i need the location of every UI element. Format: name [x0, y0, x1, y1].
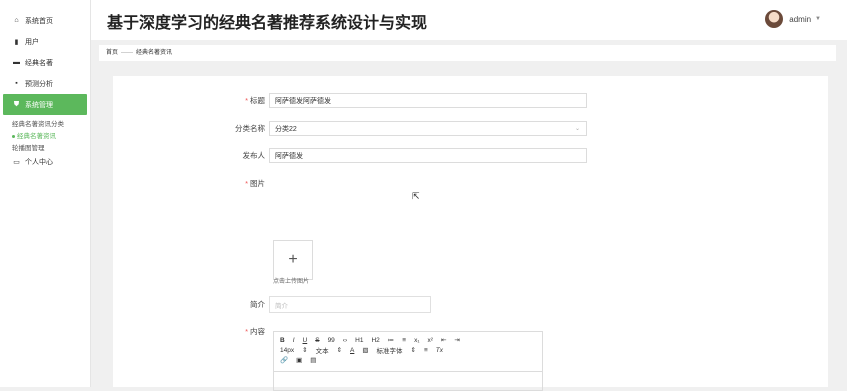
- indent-button[interactable]: ⇥: [454, 336, 459, 344]
- background-color-button[interactable]: ▧: [362, 346, 368, 354]
- title-input[interactable]: 阿萨德发阿萨德发: [269, 93, 587, 108]
- font-family-select[interactable]: 标准字体: [377, 345, 403, 355]
- category-value: 分类22: [275, 125, 297, 133]
- italic-button[interactable]: I: [293, 337, 295, 344]
- home-icon: ⌂: [14, 17, 19, 24]
- required-mark: *: [245, 327, 248, 336]
- rich-text-editor[interactable]: B I U S 99 ‹› H1 H2 ≔ ≡ x₁ x² ⇤ ⇥ 14px ⇕…: [273, 331, 543, 391]
- link-icon[interactable]: 🔗: [280, 356, 288, 364]
- ordered-list-button[interactable]: ≔: [388, 336, 395, 344]
- h1-button[interactable]: H1: [355, 337, 363, 344]
- form-row-summary: 简介 简介: [113, 296, 431, 313]
- quote-button[interactable]: 99: [328, 337, 335, 344]
- sidebar-item-label: 系统管理: [25, 101, 53, 109]
- form-panel: * 标题 阿萨德发阿萨德发 分类名称 分类22 ⌄ 发布人 阿萨德发 * 图片 + …: [113, 76, 828, 391]
- video-icon[interactable]: ▤: [310, 356, 316, 364]
- underline-button[interactable]: U: [303, 337, 308, 344]
- upload-hint: 点击上传图片: [273, 279, 310, 285]
- form-row-category: 分类名称 分类22 ⌄: [113, 121, 587, 136]
- h2-button[interactable]: H2: [371, 337, 379, 344]
- publisher-label: 发布人: [242, 151, 266, 160]
- sidebar-item-users[interactable]: ▮ 用户: [0, 31, 90, 52]
- monitor-icon: ▭: [13, 159, 20, 166]
- shield-icon: ⛊: [13, 100, 20, 108]
- form-row-content: * 内容: [113, 326, 269, 337]
- image-label: * 图片: [245, 179, 265, 188]
- sidebar-subitem-news[interactable]: 经典名著资讯: [0, 131, 90, 143]
- sidebar: ⌂ 系统首页 ▮ 用户 ▬ 经典名著 ▪ 预测分析 ⛊ 系统管理 经典名著资讯分…: [0, 0, 91, 387]
- form-row-publisher: 发布人 阿萨德发: [113, 148, 587, 163]
- breadcrumb-current: 经典名著资讯: [136, 50, 173, 56]
- editor-toolbar-row-1: B I U S 99 ‹› H1 H2 ≔ ≡ x₁ x² ⇤ ⇥: [274, 335, 542, 345]
- sidebar-item-system[interactable]: ⛊ 系统管理: [3, 94, 87, 115]
- user-menu[interactable]: admin ▼: [765, 10, 821, 28]
- top-header: 基于深度学习的经典名著推荐系统设计与实现 admin ▼: [91, 0, 847, 40]
- category-select[interactable]: 分类22 ⌄: [269, 121, 587, 136]
- chevron-down-icon: ▼: [815, 16, 821, 22]
- sidebar-item-label: 用户: [25, 38, 39, 46]
- subscript-button[interactable]: x₁: [414, 337, 419, 344]
- strike-button[interactable]: S: [315, 337, 319, 344]
- clear-format-button[interactable]: Tx: [436, 347, 443, 354]
- mouse-cursor-icon: ⇱: [412, 191, 420, 201]
- title-label: * 标题: [245, 96, 265, 105]
- sidebar-item-home[interactable]: ⌂ 系统首页: [0, 10, 90, 31]
- active-dot: [12, 134, 15, 138]
- chart-icon: ▪: [15, 80, 18, 87]
- form-row-title: * 标题 阿萨德发阿萨德发: [113, 93, 587, 108]
- upload-image-button[interactable]: +: [273, 240, 313, 280]
- sidebar-item-label: 经典名著: [25, 59, 53, 67]
- breadcrumb: 首页 —— 经典名著资讯: [99, 45, 836, 61]
- bullet-list-button[interactable]: ≡: [402, 337, 406, 344]
- content-label: * 内容: [245, 327, 265, 336]
- image-icon[interactable]: ▣: [296, 356, 302, 364]
- code-button[interactable]: ‹›: [343, 337, 347, 344]
- editor-divider: [274, 371, 542, 372]
- font-color-button[interactable]: A: [350, 347, 354, 354]
- page-title: 基于深度学习的经典名著推荐系统设计与实现: [107, 15, 428, 32]
- chevron-down-icon: ⌄: [574, 126, 580, 132]
- breadcrumb-separator: ——: [121, 50, 134, 56]
- sidebar-item-label: 系统首页: [25, 17, 53, 25]
- sidebar-subitem-category[interactable]: 经典名著资讯分类: [0, 119, 90, 131]
- category-label: 分类名称: [235, 124, 265, 133]
- form-row-image: * 图片: [113, 178, 269, 189]
- font-family-arrows-icon: ⇕: [410, 347, 416, 354]
- summary-label: 简介: [250, 300, 265, 309]
- heading-select[interactable]: 文本: [316, 345, 329, 355]
- sidebar-item-label: 个人中心: [25, 159, 53, 166]
- publisher-input[interactable]: 阿萨德发: [269, 148, 587, 163]
- avatar: [765, 10, 784, 28]
- book-icon: ▬: [13, 59, 20, 66]
- username: admin: [789, 14, 812, 24]
- sidebar-item-personal[interactable]: ▭ 个人中心: [0, 155, 90, 169]
- required-mark: *: [245, 96, 248, 105]
- plus-icon: +: [288, 251, 298, 268]
- summary-textarea[interactable]: 简介: [269, 296, 431, 313]
- user-icon: ▮: [14, 38, 19, 46]
- superscript-button[interactable]: x²: [428, 337, 433, 344]
- outdent-button[interactable]: ⇤: [441, 336, 446, 344]
- sidebar-subitem-label: 经典名著资讯: [17, 133, 56, 140]
- editor-toolbar-row-3: 🔗 ▣ ▤: [274, 355, 542, 365]
- font-size-select[interactable]: 14px: [280, 347, 294, 354]
- required-mark: *: [245, 179, 248, 188]
- sidebar-item-classics[interactable]: ▬ 经典名著: [0, 52, 90, 73]
- sidebar-subitem-carousel[interactable]: 轮播图管理: [0, 143, 90, 155]
- breadcrumb-home[interactable]: 首页: [106, 50, 118, 56]
- sidebar-item-label: 预测分析: [25, 80, 53, 88]
- sidebar-item-prediction[interactable]: ▪ 预测分析: [0, 73, 90, 94]
- editor-toolbar-row-2: 14px ⇕ 文本 ⇕ A ▧ 标准字体 ⇕ ≡ Tx: [274, 345, 542, 356]
- font-size-arrows-icon: ⇕: [302, 347, 308, 354]
- heading-arrows-icon: ⇕: [336, 347, 343, 354]
- bold-button[interactable]: B: [280, 337, 285, 344]
- align-button[interactable]: ≡: [424, 347, 428, 354]
